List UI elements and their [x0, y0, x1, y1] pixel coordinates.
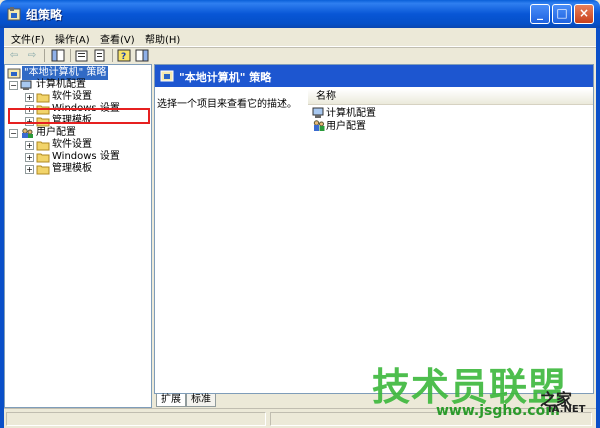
- watermark-site: www.jsgho.com: [436, 403, 560, 419]
- toolbar-separator: [44, 49, 45, 62]
- back-icon[interactable]: ⇦: [6, 48, 22, 63]
- folder-icon: [36, 141, 50, 151]
- description-text: 选择一个项目来查看它的描述。: [157, 99, 297, 110]
- menu-help[interactable]: 帮助(H): [142, 30, 183, 47]
- toolbar: ⇦ ⇨ ?: [4, 47, 596, 63]
- users-icon: [313, 120, 325, 131]
- policy-root-icon: [160, 70, 174, 82]
- close-button[interactable]: ×: [574, 4, 594, 24]
- watermark-suffix-en: IA.NET: [548, 404, 586, 415]
- list-item-label: 用户配置: [326, 121, 366, 132]
- collapse-icon[interactable]: −: [9, 81, 18, 90]
- computer-icon: [20, 80, 32, 90]
- folder-icon: [36, 93, 50, 103]
- toolbar-separator: [70, 49, 71, 62]
- collapse-icon[interactable]: −: [9, 129, 18, 138]
- highlight-annotation: [8, 108, 150, 124]
- menu-file[interactable]: 文件(F): [8, 30, 48, 47]
- details-pane[interactable]: "本地计算机" 策略 选择一个项目来查看它的描述。 名称 计算机配置 用户配置: [154, 64, 594, 394]
- menu-view[interactable]: 查看(V): [97, 30, 138, 47]
- show-hide-action-pane-icon[interactable]: [134, 48, 150, 63]
- svg-text:?: ?: [121, 52, 126, 62]
- window-frame-right: [596, 28, 600, 428]
- title-bar[interactable]: 组策略 _ □ ×: [0, 0, 600, 28]
- minimize-button[interactable]: _: [530, 4, 550, 24]
- tab-extended[interactable]: 扩展: [156, 394, 186, 407]
- computer-icon: [312, 107, 324, 118]
- show-hide-tree-icon[interactable]: [50, 48, 66, 63]
- window-title: 组策略: [26, 8, 63, 22]
- properties-icon[interactable]: [74, 48, 90, 63]
- expand-icon[interactable]: +: [25, 153, 34, 162]
- column-header-name[interactable]: 名称: [308, 89, 593, 105]
- expand-icon[interactable]: +: [25, 141, 34, 150]
- toolbar-separator: [112, 49, 113, 62]
- folder-icon: [36, 165, 50, 175]
- menu-bar: 文件(F) 操作(A) 查看(V) 帮助(H): [4, 28, 596, 47]
- forward-icon[interactable]: ⇨: [24, 48, 40, 63]
- folder-icon: [36, 153, 50, 163]
- list-view[interactable]: 名称 计算机配置 用户配置: [308, 89, 593, 393]
- tab-standard[interactable]: 标准: [186, 394, 216, 407]
- maximize-button[interactable]: □: [552, 4, 572, 24]
- expand-icon[interactable]: +: [25, 93, 34, 102]
- export-list-icon[interactable]: [92, 48, 108, 63]
- users-icon: [22, 128, 33, 138]
- group-policy-icon: [7, 7, 21, 21]
- details-header-title: "本地计算机" 策略: [179, 71, 272, 84]
- status-cell: [6, 412, 266, 426]
- tree-item-label: 管理模板: [52, 163, 92, 174]
- policy-root-icon: [7, 68, 21, 79]
- column-header-label: 名称: [316, 91, 336, 102]
- menu-action[interactable]: 操作(A): [52, 30, 93, 47]
- help-icon[interactable]: ?: [116, 48, 132, 63]
- list-item-label: 计算机配置: [326, 108, 376, 119]
- details-header: "本地计算机" 策略: [155, 65, 593, 87]
- expand-icon[interactable]: +: [25, 165, 34, 174]
